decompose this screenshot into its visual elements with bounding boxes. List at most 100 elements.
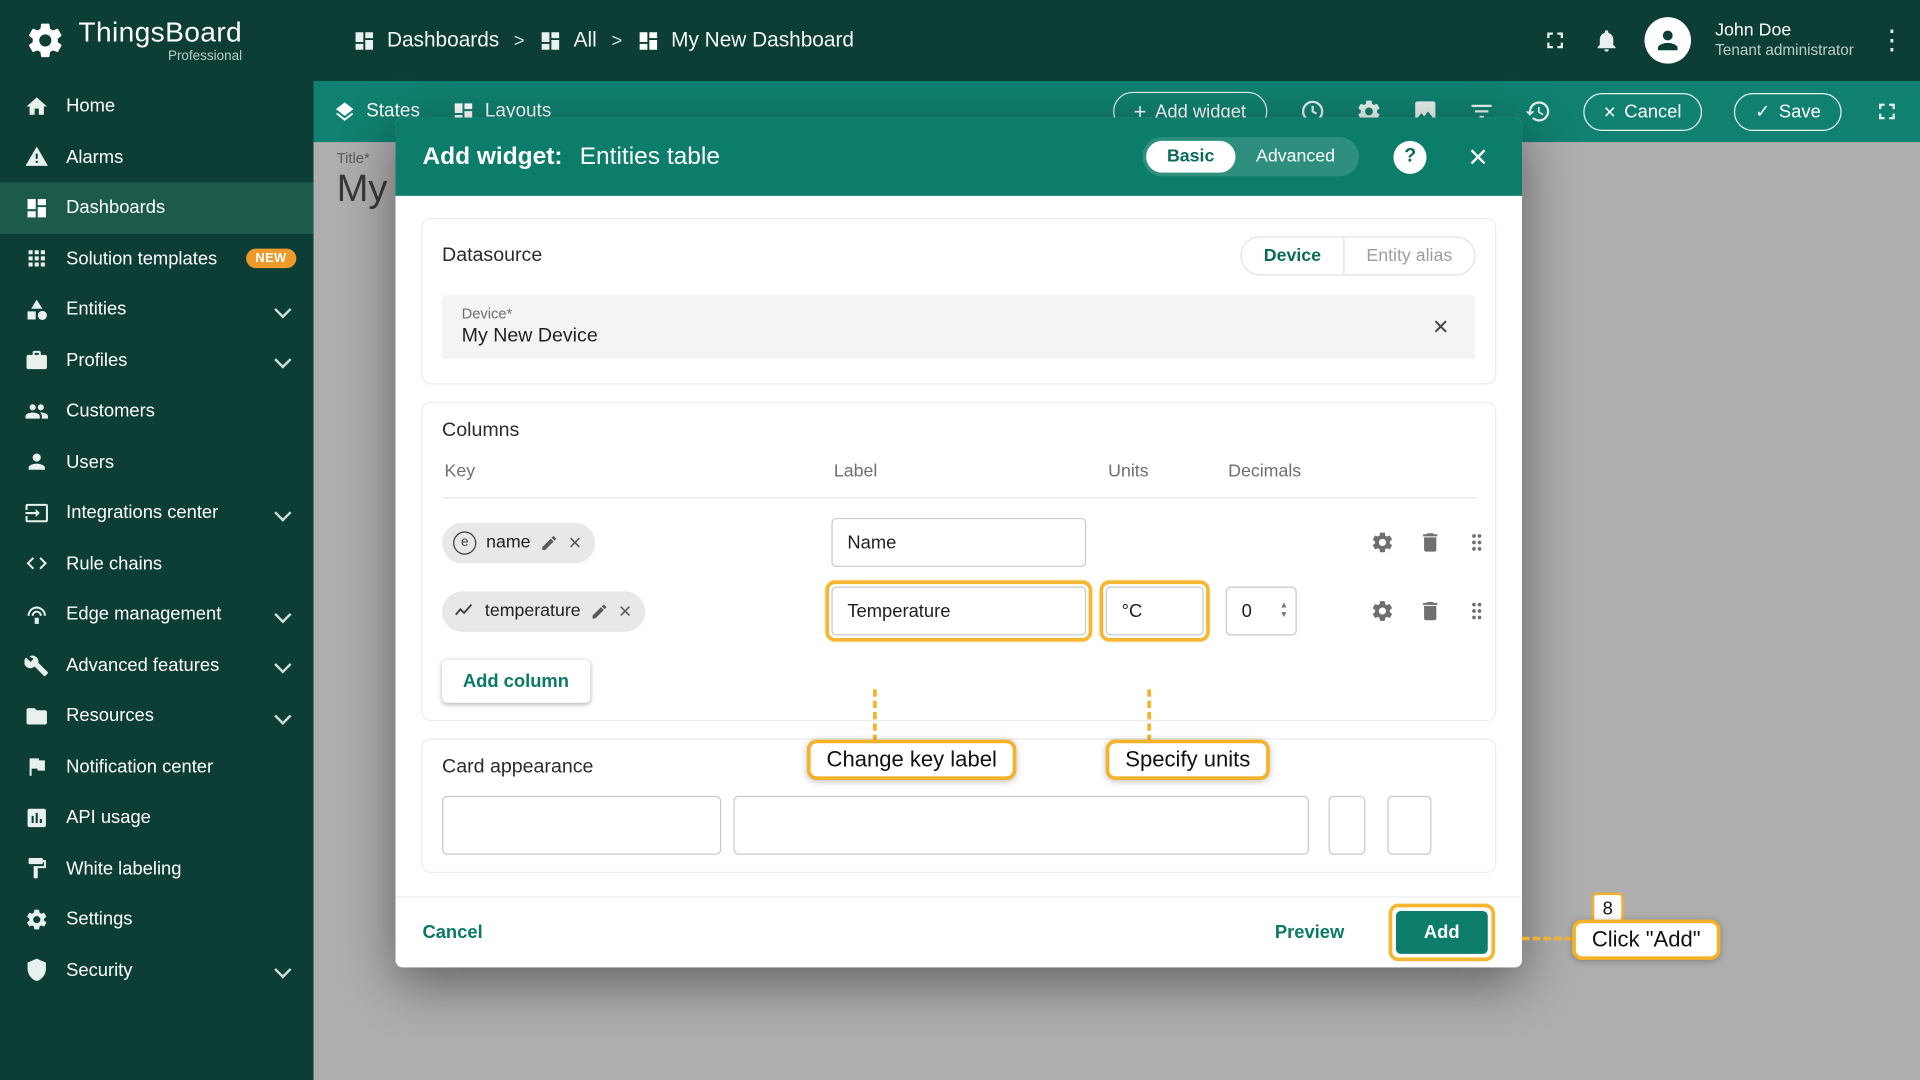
sidebar-item-edge-management[interactable]: Edge management	[0, 589, 313, 640]
device-clear-icon[interactable]: ×	[1425, 312, 1455, 341]
cancel-edit-button[interactable]: × Cancel	[1583, 92, 1703, 130]
remove-key-icon[interactable]: ×	[619, 600, 632, 622]
device-field[interactable]: Device* My New Device ×	[442, 295, 1475, 359]
card-appearance-field[interactable]	[1329, 796, 1366, 855]
sidebar-item-solution-templates[interactable]: Solution templates NEW	[0, 233, 313, 284]
sidebar-item-dashboards[interactable]: Dashboards	[0, 182, 313, 233]
help-icon[interactable]: ?	[1394, 140, 1427, 173]
sidebar-item-security[interactable]: Security	[0, 945, 313, 996]
dialog-header: Add widget: Entities table Basic Advance…	[396, 118, 1523, 196]
dialog-cancel-button[interactable]: Cancel	[422, 922, 482, 943]
drag-handle-icon[interactable]	[1466, 530, 1488, 554]
logo-title: ThingsBoard	[78, 18, 242, 46]
user-role: Tenant administrator	[1715, 42, 1854, 61]
sidebar-item-advanced-features[interactable]: Advanced features	[0, 640, 313, 691]
dashboard-title-input[interactable]: My	[337, 167, 388, 211]
drag-handle-icon[interactable]	[1466, 599, 1488, 623]
integrations-input-icon	[24, 501, 48, 525]
sidebar-item-entities[interactable]: Entities	[0, 284, 313, 335]
mode-advanced-tab[interactable]: Advanced	[1235, 141, 1356, 173]
stepper-up-icon[interactable]: ▲	[1280, 601, 1288, 611]
edit-key-pencil-icon[interactable]	[540, 533, 558, 551]
decimals-input[interactable]: 0 ▲ ▼	[1226, 587, 1297, 636]
mode-toggle: Basic Advanced	[1142, 137, 1359, 176]
sidebar-item-home[interactable]: Home	[0, 81, 313, 132]
remove-key-icon[interactable]: ×	[569, 531, 582, 553]
stepper-down-icon[interactable]: ▼	[1280, 611, 1288, 621]
breadcrumb-all[interactable]: All	[539, 28, 596, 52]
datasource-entity-alias-option[interactable]: Entity alias	[1344, 238, 1474, 275]
sidebar-item-users[interactable]: Users	[0, 437, 313, 488]
sidebar-item-settings[interactable]: Settings	[0, 894, 313, 945]
fullscreen-icon[interactable]	[1541, 27, 1568, 54]
delete-column-trash-icon[interactable]	[1418, 530, 1442, 554]
settings-gear-icon	[24, 907, 48, 931]
sidebar-item-label: Integrations center	[66, 502, 259, 523]
column-row-temperature: temperature × Temperature °C	[442, 577, 1475, 646]
save-label: Save	[1779, 101, 1821, 122]
breadcrumb-dashboards[interactable]: Dashboards	[353, 28, 500, 52]
sidebar-item-label: Home	[66, 96, 296, 117]
device-field-label: Device*	[462, 305, 1456, 322]
key-chip-temperature[interactable]: temperature ×	[442, 591, 645, 631]
card-appearance-field[interactable]	[1387, 796, 1431, 855]
sidebar-item-label: Solution templates	[66, 248, 228, 269]
save-button[interactable]: ✓ Save	[1734, 92, 1841, 130]
key-chip-name[interactable]: e name ×	[442, 522, 595, 562]
cancel-edit-label: Cancel	[1624, 101, 1681, 122]
sidebar-item-api-usage[interactable]: API usage	[0, 792, 313, 843]
sidebar-item-integrations-center[interactable]: Integrations center	[0, 487, 313, 538]
dialog-footer: Cancel Preview Add	[396, 896, 1523, 967]
user-avatar[interactable]	[1644, 17, 1691, 64]
delete-column-trash-icon[interactable]	[1418, 599, 1442, 623]
preview-button[interactable]: Preview	[1275, 922, 1344, 943]
sidebar-item-notification-center[interactable]: Notification center	[0, 741, 313, 792]
expand-fullscreen-icon[interactable]	[1873, 98, 1900, 125]
columns-section: Columns Key Label Units Decimals e name	[421, 402, 1496, 722]
column-settings-gear-icon[interactable]	[1370, 599, 1394, 623]
breadcrumb-label: My New Dashboard	[671, 28, 854, 52]
dashboards-icon	[637, 29, 660, 52]
notifications-bell-icon[interactable]	[1593, 27, 1620, 54]
chevron-down-icon	[274, 606, 291, 623]
decimals-stepper[interactable]: ▲ ▼	[1280, 601, 1288, 621]
entities-icon	[24, 297, 48, 321]
card-appearance-field[interactable]	[733, 796, 1309, 855]
sidebar-item-customers[interactable]: Customers	[0, 386, 313, 437]
key-chip-label: name	[486, 533, 530, 553]
card-appearance-field[interactable]	[442, 796, 721, 855]
sidebar-item-white-labeling[interactable]: White labeling	[0, 843, 313, 894]
dialog-close-icon[interactable]: ×	[1461, 139, 1495, 175]
units-input[interactable]: °C	[1106, 587, 1204, 636]
home-icon	[24, 94, 48, 118]
add-column-button[interactable]: Add column	[442, 660, 590, 703]
sidebar-item-profiles[interactable]: Profiles	[0, 335, 313, 386]
label-input-name[interactable]: Name	[831, 518, 1086, 567]
api-usage-chart-icon	[24, 805, 48, 829]
breadcrumb-current-dashboard[interactable]: My New Dashboard	[637, 28, 854, 52]
columns-table-header: Key Label Units Decimals	[442, 444, 1475, 498]
chevron-down-icon	[274, 657, 291, 674]
card-appearance-title: Card appearance	[442, 757, 593, 778]
dialog-add-button[interactable]: Add	[1396, 911, 1488, 954]
dashboard-title-label: Title*	[337, 149, 370, 166]
datasource-title: Datasource	[442, 245, 542, 267]
dialog-title: Entities table	[580, 143, 720, 171]
user-info: John Doe Tenant administrator	[1715, 20, 1854, 61]
dashboards-icon	[353, 29, 376, 52]
label-input-temperature[interactable]: Temperature	[831, 587, 1086, 636]
mode-basic-tab[interactable]: Basic	[1146, 141, 1235, 173]
sidebar-item-label: Security	[66, 960, 259, 981]
sidebar-item-resources[interactable]: Resources	[0, 691, 313, 742]
version-history-icon[interactable]	[1524, 98, 1551, 125]
edit-key-pencil-icon[interactable]	[590, 602, 608, 620]
sidebar-item-rule-chains[interactable]: Rule chains	[0, 538, 313, 589]
screen: ThingsBoard Professional Dashboards > Al…	[0, 0, 1920, 1080]
sidebar-item-alarms[interactable]: Alarms	[0, 132, 313, 183]
kebab-menu-icon[interactable]: ⋮	[1878, 27, 1905, 54]
datasource-device-option[interactable]: Device	[1242, 238, 1345, 275]
breadcrumb-separator: >	[611, 30, 622, 51]
resources-folder-icon	[24, 704, 48, 728]
annotation-connector	[1147, 689, 1151, 742]
column-settings-gear-icon[interactable]	[1370, 530, 1394, 554]
